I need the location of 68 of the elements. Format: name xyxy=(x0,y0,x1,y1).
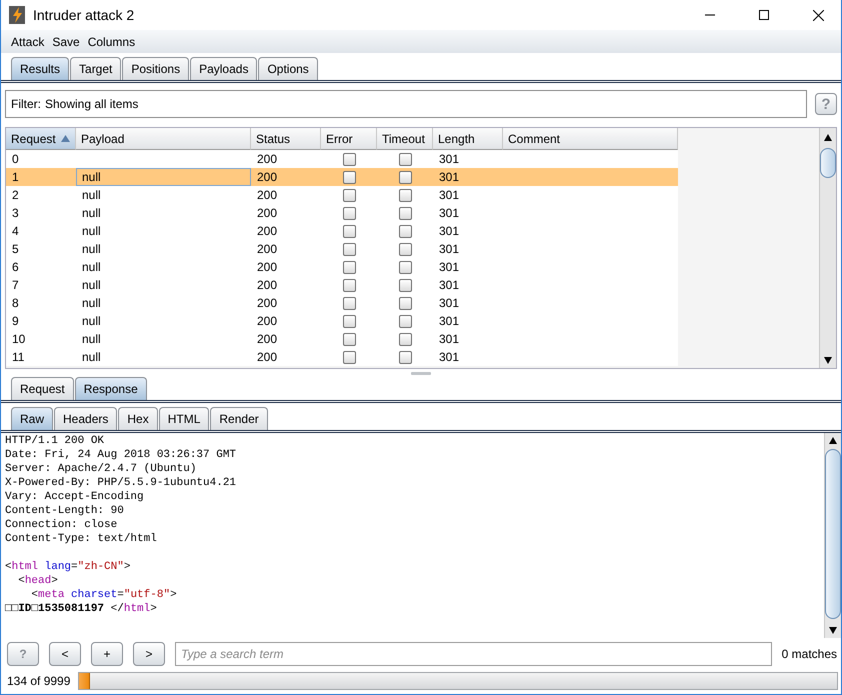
splitter-handle[interactable] xyxy=(411,372,431,374)
checkbox[interactable] xyxy=(398,260,412,274)
checkbox[interactable] xyxy=(398,206,412,220)
checkbox[interactable] xyxy=(342,332,356,346)
window-title: Intruder attack 2 xyxy=(33,7,136,23)
column-header[interactable]: Timeout xyxy=(377,128,433,150)
checkbox[interactable] xyxy=(398,332,412,346)
response-text: HTTP/1.1 200 OK Date: Fri, 24 Aug 2018 03:26:37 GMT Server: Apache/2.4.7 (Ubuntu) X-Powered-By: PHP/5.5.9-1ubuntu4.21 Vary: Accept-Encoding Content-Length: 90 Connection: close Content-Type: text/html <html lang="zh-CN"> <head> <meta charset="utf-8"> □□ID□1535081197 </html> xyxy=(4,434,238,617)
tab[interactable]: Positions xyxy=(122,57,190,80)
tab[interactable]: Render xyxy=(210,407,268,430)
checkbox[interactable] xyxy=(342,224,356,238)
checkbox[interactable] xyxy=(342,278,356,292)
checkbox[interactable] xyxy=(398,224,412,238)
checkbox[interactable] xyxy=(398,350,412,364)
table-cell[interactable]: 1 xyxy=(6,168,76,186)
column-header[interactable]: Payload xyxy=(76,128,251,150)
checkbox[interactable] xyxy=(342,206,356,220)
nav-button[interactable]: < xyxy=(49,642,81,666)
nav-button[interactable]: > xyxy=(133,642,165,666)
checkbox[interactable] xyxy=(398,188,412,202)
checkbox[interactable] xyxy=(398,278,412,292)
tab[interactable]: Request xyxy=(11,377,74,400)
close-icon xyxy=(812,10,824,20)
tab[interactable]: Options xyxy=(258,57,318,80)
column-header[interactable]: Comment xyxy=(503,128,678,150)
app-logo-icon xyxy=(9,6,25,24)
checkbox[interactable] xyxy=(398,242,412,256)
checkbox[interactable] xyxy=(398,296,412,310)
progress-label: 134 of 9999 xyxy=(7,674,70,688)
scrollbar[interactable] xyxy=(819,128,836,368)
tab[interactable]: HTML xyxy=(158,407,210,430)
checkbox[interactable] xyxy=(398,152,412,166)
column-header[interactable]: Status xyxy=(251,128,321,150)
table-cell[interactable]: null xyxy=(76,168,251,186)
checkbox[interactable] xyxy=(342,188,356,202)
sort-ascending-icon xyxy=(61,135,70,142)
checkbox[interactable] xyxy=(342,170,356,184)
menu-item[interactable]: Attack xyxy=(11,34,44,48)
match-count: 0 matches xyxy=(782,647,837,661)
checkbox[interactable] xyxy=(342,242,356,256)
column-header[interactable]: Length xyxy=(433,128,503,150)
tab[interactable]: Payloads xyxy=(190,57,258,80)
scrollbar[interactable] xyxy=(824,433,841,638)
table-cell[interactable]: 200 xyxy=(251,168,321,186)
checkbox[interactable] xyxy=(342,260,356,274)
column-header[interactable]: Request xyxy=(6,128,76,150)
checkbox[interactable] xyxy=(398,314,412,328)
search-field[interactable]: Type a search term xyxy=(175,642,772,666)
column-header[interactable]: Error xyxy=(321,128,377,150)
tab[interactable]: Hex xyxy=(118,407,158,430)
scroll-thumb[interactable] xyxy=(820,148,836,178)
menu-item[interactable]: Columns xyxy=(88,34,136,48)
tab[interactable]: Results xyxy=(11,57,70,80)
scroll-thumb[interactable] xyxy=(825,449,841,619)
checkbox[interactable] xyxy=(398,170,412,184)
checkbox[interactable] xyxy=(342,314,356,328)
checkbox[interactable] xyxy=(342,296,356,310)
menu-item[interactable]: Save xyxy=(52,34,80,48)
tab[interactable]: Target xyxy=(70,57,122,80)
tab[interactable]: Headers xyxy=(54,407,118,430)
checkbox[interactable] xyxy=(342,152,356,166)
tab[interactable]: Response xyxy=(74,377,147,400)
nav-button[interactable]: + xyxy=(91,642,123,666)
tab[interactable]: Raw xyxy=(11,407,54,430)
checkbox[interactable] xyxy=(342,350,356,364)
maximize-icon xyxy=(759,10,769,20)
table-cell[interactable]: 301 xyxy=(433,168,503,186)
filter-bar[interactable]: Filter: Showing all items xyxy=(5,90,807,118)
